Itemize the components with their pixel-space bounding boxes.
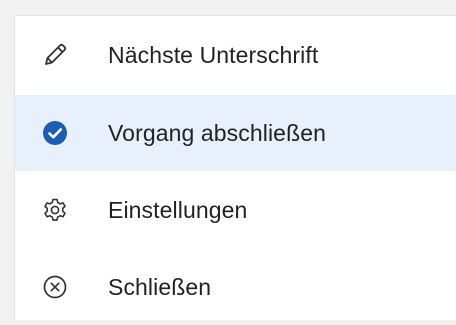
menu-item-label: Einstellungen [108, 196, 248, 223]
menu-item-close[interactable]: Schließen [15, 249, 456, 325]
menu-item-label: Vorgang abschließen [108, 119, 326, 146]
menu-item-complete-process[interactable]: Vorgang abschließen [15, 95, 456, 171]
gear-icon [40, 195, 70, 225]
menu-item-label: Schließen [108, 273, 212, 300]
menu-item-label: Nächste Unterschrift [108, 41, 319, 68]
close-circle-icon [40, 272, 70, 302]
check-circle-icon [40, 118, 70, 148]
context-menu: Nächste Unterschrift Vorgang abschließen… [14, 15, 456, 320]
pencil-icon [40, 40, 70, 70]
menu-item-next-signature[interactable]: Nächste Unterschrift [15, 17, 456, 93]
menu-item-settings[interactable]: Einstellungen [15, 172, 456, 248]
